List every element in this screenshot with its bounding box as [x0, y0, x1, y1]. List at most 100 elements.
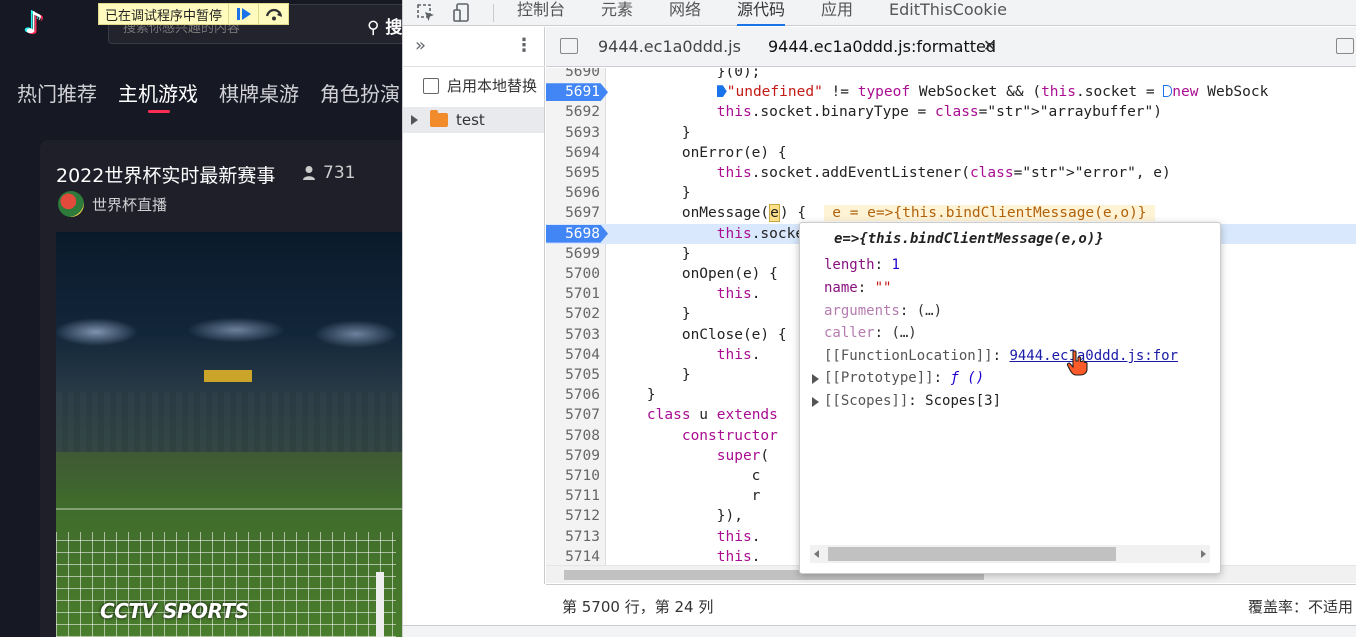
object-preview-popover[interactable]: e=>{this.bindClientMessage(e,o)} length:… — [799, 222, 1221, 574]
line-number[interactable]: 5698 — [546, 224, 600, 244]
popover-scrollbar-thumb[interactable] — [828, 547, 1116, 561]
console-drawer-tabs[interactable] — [403, 625, 1356, 637]
popover-property[interactable]: [[Prototype]]: ƒ () — [824, 370, 984, 386]
tree-item-test[interactable]: test — [403, 107, 544, 133]
enable-overrides-checkbox[interactable] — [423, 77, 439, 94]
code-text[interactable]: class u extends — [612, 405, 778, 425]
line-number[interactable]: 5695 — [546, 163, 600, 183]
tab-editthiscookie[interactable]: EditThisCookie — [889, 0, 1007, 26]
toggle-navigator-icon[interactable] — [560, 38, 578, 54]
stream-title[interactable]: 2022世界杯实时最新赛事 — [56, 161, 275, 188]
code-text[interactable]: this. — [612, 527, 761, 547]
nav-item-console-games[interactable]: 主机游戏 — [118, 78, 198, 107]
code-text[interactable]: this. — [612, 345, 761, 365]
hovered-variable[interactable]: e — [769, 204, 780, 223]
channel-name[interactable]: 世界杯直播 — [92, 194, 167, 215]
resume-button[interactable] — [228, 4, 258, 24]
expand-arrow-icon[interactable] — [812, 397, 819, 407]
inline-breakpoint-icon[interactable] — [1163, 85, 1173, 98]
search-button[interactable]: ⚲ 搜 — [367, 13, 402, 38]
code-text[interactable]: this. — [612, 547, 761, 565]
line-number[interactable]: 5696 — [546, 183, 600, 203]
video-player[interactable] — [56, 232, 402, 637]
code-text[interactable]: } — [612, 244, 691, 264]
popover-property[interactable]: [[FunctionLocation]]: 9444.ec1a0ddd.js:f… — [824, 348, 1178, 364]
code-text[interactable]: } — [612, 385, 656, 405]
code-text[interactable]: onOpen(e) { — [612, 264, 778, 284]
expand-arrow-icon[interactable] — [411, 115, 418, 125]
device-toolbar-icon[interactable] — [451, 2, 473, 24]
toggle-debugger-icon[interactable] — [1336, 38, 1354, 54]
line-number[interactable]: 5714 — [546, 547, 600, 565]
code-text[interactable]: } — [612, 183, 691, 203]
scroll-right-icon[interactable] — [1201, 550, 1206, 558]
local-overrides-row[interactable]: 启用本地替换 — [423, 75, 545, 96]
code-text[interactable]: "undefined" != typeof WebSocket && (this… — [612, 82, 1268, 102]
popover-property[interactable]: caller: (…) — [824, 325, 917, 341]
editor-tab-source[interactable]: 9444.ec1a0ddd.js — [598, 37, 741, 56]
avatar[interactable] — [58, 191, 84, 217]
line-number[interactable]: 5710 — [546, 466, 600, 486]
code-line[interactable]: 5696 } — [546, 183, 1356, 203]
function-location-link[interactable]: 9444.ec1a0ddd.js:for — [1009, 348, 1178, 364]
line-number[interactable]: 5699 — [546, 244, 600, 264]
code-text[interactable]: }(0); — [612, 68, 761, 82]
tab-console[interactable]: 控制台 — [517, 0, 565, 26]
line-number[interactable]: 5713 — [546, 527, 600, 547]
tab-application[interactable]: 应用 — [821, 0, 853, 26]
code-text[interactable]: onError(e) { — [612, 143, 787, 163]
inspect-element-icon[interactable] — [415, 2, 437, 24]
code-text[interactable]: onClose(e) { — [612, 325, 787, 345]
popover-property[interactable]: [[Scopes]]: Scopes[3] — [824, 393, 1001, 409]
line-number[interactable]: 5703 — [546, 325, 600, 345]
tab-sources[interactable]: 源代码 — [737, 0, 786, 26]
expand-arrow-icon[interactable] — [812, 374, 819, 384]
line-number[interactable]: 5712 — [546, 506, 600, 526]
editor-tab-formatted[interactable]: 9444.ec1a0ddd.js:formatted — [768, 37, 996, 56]
popover-property[interactable]: length: 1 — [824, 257, 900, 273]
code-text[interactable]: this.socket.binaryType = class="str">"ar… — [612, 102, 1162, 122]
popover-property[interactable]: arguments: (…) — [824, 303, 942, 319]
line-number[interactable]: 5702 — [546, 304, 600, 324]
code-text[interactable]: constructor — [612, 426, 778, 446]
code-text[interactable]: } — [612, 304, 691, 324]
line-number[interactable]: 5706 — [546, 385, 600, 405]
code-text[interactable]: r — [612, 486, 761, 506]
code-text[interactable]: this.socket.addEventListener(class="str"… — [612, 163, 1171, 183]
code-line[interactable]: 5693 } — [546, 123, 1356, 143]
scroll-left-icon[interactable] — [814, 550, 819, 558]
line-number[interactable]: 5709 — [546, 446, 600, 466]
line-number[interactable]: 5711 — [546, 486, 600, 506]
code-line[interactable]: 5690 }(0); — [546, 68, 1356, 82]
code-line[interactable]: 5695 this.socket.addEventListener(class=… — [546, 163, 1356, 183]
tab-network[interactable]: 网络 — [669, 0, 701, 26]
code-text[interactable]: } — [612, 365, 691, 385]
popover-horizontal-scrollbar[interactable] — [810, 545, 1210, 563]
code-line[interactable]: 5697 onMessage(e) { e = e=>{this.bindCli… — [546, 203, 1356, 223]
line-number[interactable]: 5708 — [546, 426, 600, 446]
tiktok-logo-icon[interactable]: ♪ — [14, 4, 54, 44]
close-tab-icon[interactable]: ✕ — [983, 36, 996, 55]
line-number[interactable]: 5697 — [546, 203, 600, 223]
nav-item-hot[interactable]: 热门推荐 — [17, 78, 97, 107]
kebab-menu-icon[interactable]: ⋮ — [515, 35, 533, 56]
line-number[interactable]: 5701 — [546, 284, 600, 304]
code-line[interactable]: 5691 "undefined" != typeof WebSocket && … — [546, 82, 1356, 102]
line-number[interactable]: 5692 — [546, 102, 600, 122]
popover-property[interactable]: name: "" — [824, 280, 891, 296]
code-text[interactable]: onMessage(e) { e = e=>{this.bindClientMe… — [612, 203, 1156, 223]
line-number[interactable]: 5704 — [546, 345, 600, 365]
code-text[interactable]: this. — [612, 284, 761, 304]
line-number[interactable]: 5694 — [546, 143, 600, 163]
nav-item-rpg[interactable]: 角色扮演 — [320, 78, 400, 107]
code-text[interactable]: super( — [612, 446, 769, 466]
step-over-button[interactable] — [258, 4, 288, 24]
line-number[interactable]: 5690 — [546, 68, 600, 82]
code-line[interactable]: 5692 this.socket.binaryType = class="str… — [546, 102, 1356, 122]
code-text[interactable]: } — [612, 123, 691, 143]
line-number[interactable]: 5693 — [546, 123, 600, 143]
line-number[interactable]: 5707 — [546, 405, 600, 425]
code-line[interactable]: 5694 onError(e) { — [546, 143, 1356, 163]
inline-breakpoint-icon[interactable] — [716, 85, 727, 98]
line-number[interactable]: 5700 — [546, 264, 600, 284]
